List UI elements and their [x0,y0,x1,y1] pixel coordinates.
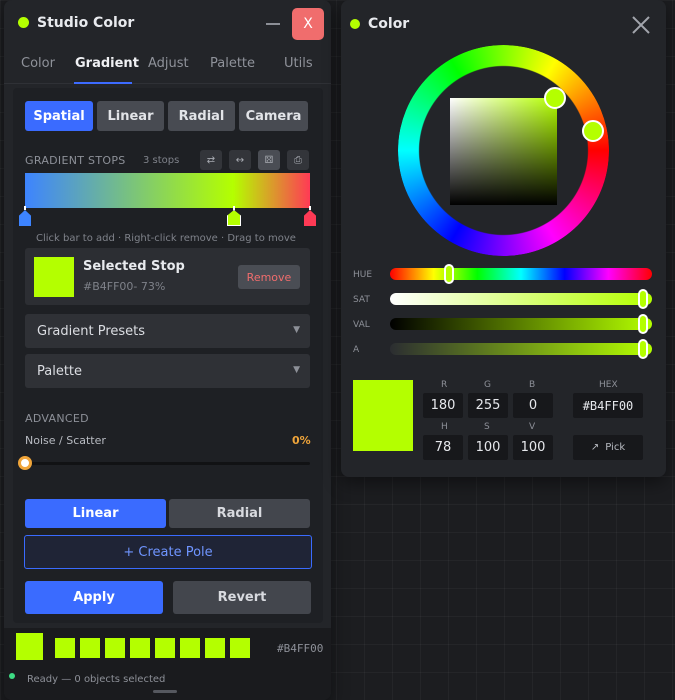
g-input[interactable]: 255 [468,393,508,418]
recent-color-chip[interactable] [80,638,100,658]
selected-stop-card: Selected Stop #B4FF00- 73% Remove [25,248,310,305]
tab-bar: Color Gradient Adjust Palette Utils [4,48,331,84]
selected-stop-detail: #B4FF00- 73% [83,280,166,293]
distribute-icon[interactable]: ↔ [229,150,251,170]
resize-handle[interactable] [153,690,177,693]
s-label: S [484,422,490,432]
status-dot [350,19,360,29]
chevron-down-icon: ▼ [293,325,300,335]
hue-slider-thumb[interactable] [443,264,454,284]
footer-hex-value: #B4FF00 [277,642,324,655]
alpha-slider-thumb[interactable] [638,339,648,359]
r-input[interactable]: 180 [423,393,463,418]
val-slider-track[interactable] [390,318,652,330]
tab-adjust[interactable]: Adjust [148,56,189,71]
remove-stop-button[interactable]: Remove [238,265,300,289]
hue-slider-label: HUE [353,270,373,280]
v-label: V [529,422,536,432]
gradient-presets-dropdown[interactable]: Gradient Presets ▼ [25,314,310,348]
noise-scatter-thumb[interactable] [18,456,32,470]
alpha-slider-label: A [353,345,360,355]
h-label: H [441,422,448,432]
b-label: B [529,380,536,390]
title-bar[interactable]: Studio Color X [4,0,331,46]
gradient-presets-label: Gradient Presets [37,324,146,339]
recent-color-chip[interactable] [55,638,75,658]
pick-label: Pick [605,442,626,453]
noise-scatter-label: Noise / Scatter [25,434,106,447]
selected-stop-title: Selected Stop [83,259,185,274]
selected-stop-swatch[interactable] [34,257,74,297]
tab-palette[interactable]: Palette [210,56,255,71]
saturation-value-square[interactable] [450,98,557,205]
chevron-down-icon: ▼ [293,365,300,375]
pole-radial-button[interactable]: Radial [169,499,310,528]
status-text: Ready — 0 objects selected [27,674,166,685]
recent-color-chip[interactable] [130,638,150,658]
close-button[interactable]: X [292,8,324,40]
gradient-stops-title: GRADIENT STOPS [25,154,126,167]
color-panel-title: Color [368,16,410,32]
advanced-title: ADVANCED [25,412,89,425]
s-input[interactable]: 100 [468,435,508,460]
apply-button[interactable]: Apply [25,581,163,614]
stop-marker-end[interactable] [304,206,316,226]
sat-slider-thumb[interactable] [638,289,648,309]
recent-color-chip[interactable] [180,638,200,658]
v-input[interactable]: 100 [513,435,553,460]
b-input[interactable]: 0 [513,393,553,418]
sat-slider-label: SAT [353,295,370,305]
color-preview-swatch [353,380,413,451]
pick-color-button[interactable]: ↗ Pick [573,435,643,460]
studio-color-panel: Studio Color X Color Gradient Adjust Pal… [4,0,331,700]
palette-dropdown[interactable]: Palette ▼ [25,354,310,388]
recent-color-chip[interactable] [155,638,175,658]
recent-color-chip[interactable] [105,638,125,658]
alpha-slider-track[interactable] [390,343,652,355]
gradient-bar-hint: Click bar to add · Right-click remove · … [36,233,296,244]
val-slider-thumb[interactable] [638,314,648,334]
ready-indicator-icon [9,673,15,679]
mode-linear-button[interactable]: Linear [97,101,164,131]
tab-color[interactable]: Color [21,56,55,71]
gradient-bar[interactable] [25,173,310,208]
h-input[interactable]: 78 [423,435,463,460]
val-slider-label: VAL [353,320,370,330]
palette-label: Palette [37,364,83,379]
hue-slider-track[interactable] [390,268,652,280]
tab-gradient[interactable]: Gradient [75,56,139,71]
hex-label: HEX [599,380,618,390]
pole-linear-button[interactable]: Linear [25,499,166,528]
panel-title: Studio Color [37,15,135,31]
mode-radial-button[interactable]: Radial [168,101,235,131]
sat-slider-track[interactable] [390,293,652,305]
recent-color-chip[interactable] [230,638,250,658]
minimize-icon[interactable] [266,23,280,25]
dice-icon[interactable]: ⚄ [258,150,280,170]
mode-camera-button[interactable]: Camera [239,101,308,131]
eyedropper-icon: ↗ [590,442,600,453]
revert-button[interactable]: Revert [173,581,311,614]
noise-scatter-track[interactable] [25,462,310,465]
recent-color-chip[interactable] [205,638,225,658]
mode-spatial-button[interactable]: Spatial [25,101,93,131]
stops-count: 3 stops [143,155,180,166]
sv-handle[interactable] [544,87,566,109]
noise-scatter-value: 0% [292,434,311,447]
active-tab-indicator [74,82,132,84]
stop-marker-selected[interactable] [227,206,241,226]
create-pole-button[interactable]: + Create Pole [24,535,312,569]
color-picker-panel: Color HUE SAT VAL A R G B 180 255 0 H S … [341,0,666,477]
hue-ring-handle[interactable] [582,120,604,142]
current-color-swatch[interactable] [16,633,43,660]
save-gradient-icon[interactable]: ⎙ [287,150,309,170]
status-dot [18,17,29,28]
close-icon[interactable] [630,14,652,36]
hex-input[interactable]: #B4FF00 [573,393,643,418]
tab-utils[interactable]: Utils [284,56,313,71]
swap-icon[interactable]: ⇄ [200,150,222,170]
r-label: R [441,380,448,390]
g-label: G [484,380,491,390]
stop-marker-start[interactable] [19,206,31,226]
